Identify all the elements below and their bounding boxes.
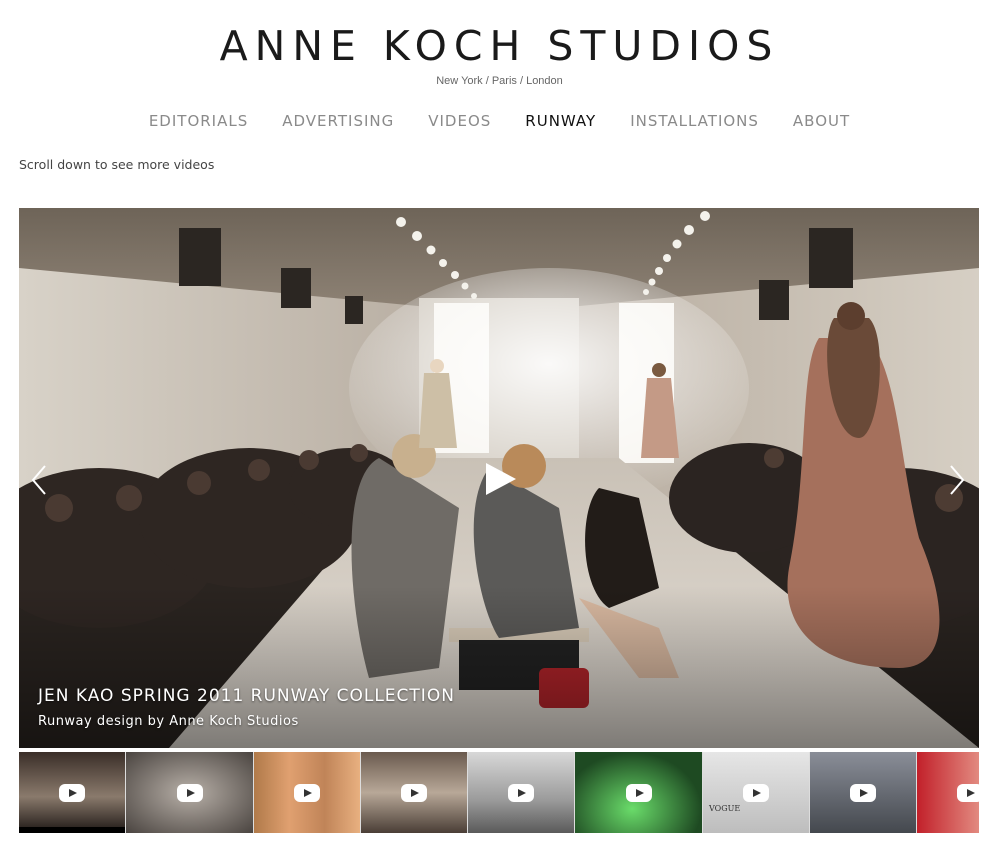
youtube-play-icon xyxy=(508,783,534,802)
youtube-play-icon xyxy=(176,783,203,802)
nav-item-about[interactable]: ABOUT xyxy=(793,111,850,131)
nav-item-installations[interactable]: INSTALLATIONS xyxy=(630,111,759,131)
chevron-left-icon[interactable] xyxy=(28,462,50,498)
youtube-play-icon xyxy=(401,783,427,802)
thumb-2[interactable] xyxy=(126,752,253,833)
youtube-play-icon xyxy=(625,783,652,802)
site-logo[interactable]: ANNE KOCH STUDIOS xyxy=(0,22,999,70)
youtube-play-icon xyxy=(294,783,320,802)
video-subtitle: Runway design by Anne Koch Studios xyxy=(38,714,299,729)
chevron-right-icon[interactable] xyxy=(946,462,968,498)
site-tagline: New York / Paris / London xyxy=(436,75,563,87)
nav-item-advertising[interactable]: ADVERTISING xyxy=(282,111,394,131)
scroll-hint: Scroll down to see more videos xyxy=(19,157,215,172)
youtube-play-icon xyxy=(850,783,876,802)
youtube-play-icon xyxy=(59,783,85,802)
thumb-1[interactable] xyxy=(19,752,125,833)
thumb-4[interactable] xyxy=(361,752,467,833)
video-title: JEN KAO SPRING 2011 RUNWAY COLLECTION xyxy=(38,686,455,706)
youtube-play-icon xyxy=(743,783,769,802)
nav-item-videos[interactable]: VIDEOS xyxy=(428,111,491,131)
thumbnail-strip: VOGUE xyxy=(19,752,979,833)
thumb-6[interactable] xyxy=(575,752,702,833)
thumb-3[interactable] xyxy=(254,752,360,833)
nav-item-runway[interactable]: RUNWAY xyxy=(525,111,596,131)
main-nav: EDITORIALS ADVERTISING VIDEOS RUNWAY INS… xyxy=(0,111,999,131)
thumb-9[interactable] xyxy=(917,752,979,833)
play-icon[interactable] xyxy=(482,461,518,497)
youtube-play-icon xyxy=(957,783,979,802)
thumb-7[interactable]: VOGUE xyxy=(703,752,809,833)
nav-item-editorials[interactable]: EDITORIALS xyxy=(149,111,248,131)
thumb-8[interactable] xyxy=(810,752,916,833)
thumb-5[interactable] xyxy=(468,752,574,833)
vogue-logo: VOGUE xyxy=(709,804,741,813)
